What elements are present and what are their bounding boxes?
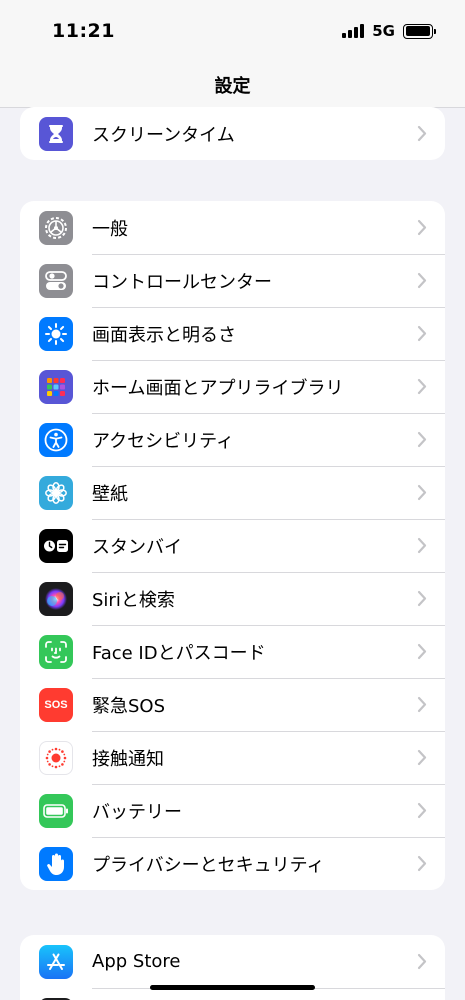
settings-row-home-screen-app-library[interactable]: ホーム画面とアプリライブラリ bbox=[20, 360, 445, 413]
chevron-right-icon bbox=[417, 272, 427, 289]
settings-row-standby[interactable]: スタンバイ bbox=[20, 519, 445, 572]
settings-row-label: 画面表示と明るさ bbox=[92, 324, 236, 346]
hand-icon bbox=[39, 847, 73, 881]
chevron-right-icon bbox=[417, 325, 427, 342]
settings-row-label: スタンバイ bbox=[92, 536, 182, 558]
settings-row-label: 緊急SOS bbox=[92, 695, 166, 717]
settings-row-siri-search[interactable]: Siriと検索 bbox=[20, 572, 445, 625]
settings-row-face-id-passcode[interactable]: Face IDとパスコード bbox=[20, 625, 445, 678]
chevron-right-icon bbox=[417, 590, 427, 607]
settings-row-label: コントロールセンター bbox=[92, 271, 272, 293]
settings-group-apps: App Store bbox=[20, 935, 445, 1000]
chevron-right-icon bbox=[417, 431, 427, 448]
home-indicator[interactable] bbox=[150, 985, 315, 990]
settings-row-label: スクリーンタイム bbox=[92, 124, 235, 146]
chevron-right-icon bbox=[417, 537, 427, 554]
settings-row-control-center[interactable]: コントロールセンター bbox=[20, 254, 445, 307]
chevron-right-icon bbox=[417, 643, 427, 660]
settings-row-app-store[interactable]: App Store bbox=[20, 935, 445, 988]
status-time: 11:21 bbox=[52, 20, 115, 42]
settings-row-general[interactable]: 一般 bbox=[20, 201, 445, 254]
page-title: 設定 bbox=[214, 75, 251, 97]
settings-row-label: 一般 bbox=[92, 218, 128, 240]
chevron-right-icon bbox=[417, 802, 427, 819]
settings-row-label: ホーム画面とアプリライブラリ bbox=[92, 377, 344, 399]
settings-row-label: Siriと検索 bbox=[92, 589, 175, 611]
flower-icon bbox=[39, 476, 73, 510]
settings-row-label: 接触通知 bbox=[92, 748, 164, 770]
app-grid-icon bbox=[39, 370, 73, 404]
chevron-right-icon bbox=[417, 696, 427, 713]
chevron-right-icon bbox=[417, 953, 427, 970]
settings-row-label: アクセシビリティ bbox=[92, 430, 235, 452]
sos-icon-text: SOS bbox=[44, 699, 68, 711]
status-bar: 11:21 5G bbox=[0, 0, 465, 62]
accessibility-icon bbox=[39, 423, 73, 457]
settings-group-screen-time: スクリーンタイム bbox=[20, 107, 445, 160]
settings-row-label: App Store bbox=[92, 951, 181, 972]
battery-icon bbox=[39, 794, 73, 828]
network-type: 5G bbox=[372, 22, 395, 40]
sos-icon: SOS bbox=[39, 688, 73, 722]
settings-row-display-brightness[interactable]: 画面表示と明るさ bbox=[20, 307, 445, 360]
navigation-bar: 設定 bbox=[0, 62, 465, 108]
exposure-notification-icon bbox=[39, 741, 73, 775]
app-store-icon bbox=[39, 945, 73, 979]
face-id-icon bbox=[39, 635, 73, 669]
sun-icon bbox=[39, 317, 73, 351]
standby-icon bbox=[39, 529, 73, 563]
status-indicators: 5G bbox=[342, 22, 436, 40]
chevron-right-icon bbox=[417, 219, 427, 236]
cellular-signal-icon bbox=[342, 24, 365, 38]
settings-row-wallpaper[interactable]: 壁紙 bbox=[20, 466, 445, 519]
settings-row-exposure-notifications[interactable]: 接触通知 bbox=[20, 731, 445, 784]
chevron-right-icon bbox=[417, 125, 427, 142]
chevron-right-icon bbox=[417, 749, 427, 766]
settings-row-privacy-security[interactable]: プライバシーとセキュリティ bbox=[20, 837, 445, 890]
chevron-right-icon bbox=[417, 484, 427, 501]
settings-row-emergency-sos[interactable]: SOS 緊急SOS bbox=[20, 678, 445, 731]
hourglass-icon bbox=[39, 117, 73, 151]
settings-row-label: Face IDとパスコード bbox=[92, 642, 266, 664]
settings-group-main: 一般 コントロールセンター 画面表示と明るさ ホーム画面とアプリライブラリ アク… bbox=[20, 201, 445, 890]
settings-row-label: バッテリー bbox=[92, 801, 182, 823]
settings-row-accessibility[interactable]: アクセシビリティ bbox=[20, 413, 445, 466]
settings-row-battery[interactable]: バッテリー bbox=[20, 784, 445, 837]
settings-row-label: プライバシーとセキュリティ bbox=[92, 854, 325, 876]
chevron-right-icon bbox=[417, 855, 427, 872]
settings-row-screen-time[interactable]: スクリーンタイム bbox=[20, 107, 445, 160]
gear-icon bbox=[39, 211, 73, 245]
toggles-icon bbox=[39, 264, 73, 298]
siri-icon bbox=[39, 582, 73, 616]
battery-status-icon bbox=[403, 23, 436, 39]
chevron-right-icon bbox=[417, 378, 427, 395]
settings-row-label: 壁紙 bbox=[92, 483, 128, 505]
